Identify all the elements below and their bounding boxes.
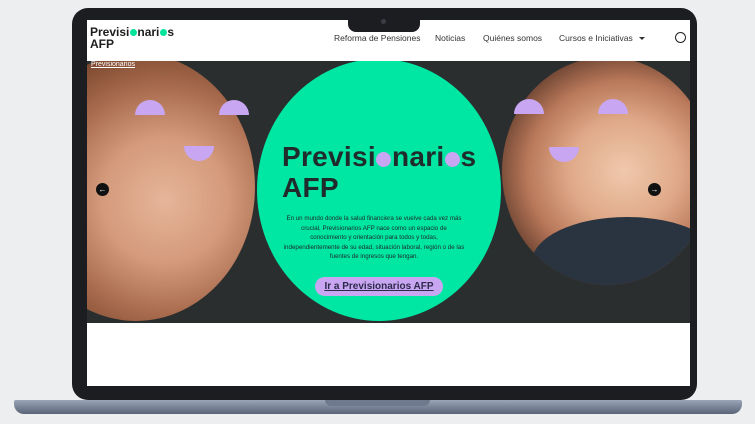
title-dot xyxy=(376,152,392,167)
hero-description: En un mundo donde la salud financiera se… xyxy=(283,215,465,260)
nav-cursos-e-iniciativas[interactable]: Cursos e Iniciativas xyxy=(559,33,645,43)
laptop-notch xyxy=(348,14,420,32)
breadcrumb[interactable]: Previsionarios xyxy=(91,61,135,68)
laptop-mockup: Previsi nari s AFP Reforma de Pensiones No… xyxy=(0,0,755,424)
shirt-shape xyxy=(532,217,690,285)
logo-dot xyxy=(159,29,167,36)
nav-noticias[interactable]: Noticias xyxy=(435,33,465,43)
nav-quienes-somos[interactable]: Quiénes somos xyxy=(483,33,542,43)
hero-carousel: Previsi nari s AFP En un mundo donde la sa… xyxy=(87,61,690,323)
site-logo[interactable]: Previsi nari s AFP xyxy=(90,26,174,50)
arrow-right-icon[interactable]: → xyxy=(648,183,661,196)
logo-dot xyxy=(129,29,137,36)
hero-title-text-1: Previsi xyxy=(282,141,376,172)
nav-cursos-label: Cursos e Iniciativas xyxy=(559,33,633,43)
nav-reforma-de-pensiones[interactable]: Reforma de Pensiones xyxy=(334,33,420,43)
search-icon[interactable] xyxy=(675,32,686,43)
chevron-down-icon xyxy=(638,37,645,40)
camera-icon xyxy=(381,19,386,24)
hero-photo-man xyxy=(502,61,690,285)
cta-button[interactable]: Ir a Previsionarios AFP xyxy=(315,277,443,296)
browser-screen: Previsi nari s AFP Reforma de Pensiones No… xyxy=(87,20,690,386)
title-dot xyxy=(445,152,461,167)
hero-title: Previsi nari s AFP xyxy=(282,141,476,203)
hero-title-afp: AFP xyxy=(282,172,339,203)
hero-title-text-2: nari xyxy=(391,141,445,172)
arrow-left-icon[interactable]: ← xyxy=(96,183,109,196)
laptop-base-dip xyxy=(325,400,430,406)
hero-title-text-3: s xyxy=(460,141,477,172)
logo-text-2: nari xyxy=(137,25,160,39)
logo-text-afp: AFP xyxy=(90,37,114,51)
logo-text-3: s xyxy=(167,25,175,39)
